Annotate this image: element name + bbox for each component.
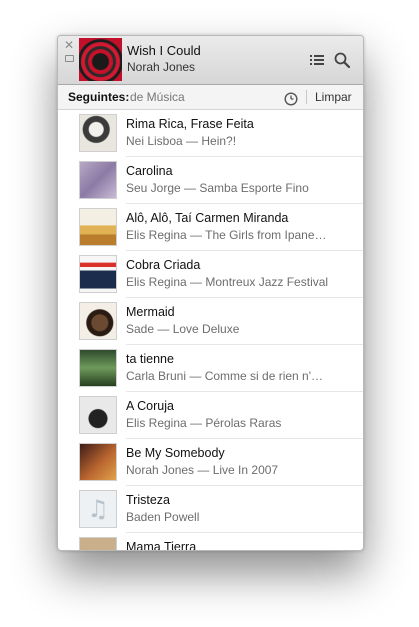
track-artist-album: Seu Jorge — Samba Esporte Fino: [126, 181, 309, 195]
track-title: Carolina: [126, 164, 173, 178]
toolbar-divider: [306, 90, 307, 104]
now-playing-album-art[interactable]: [79, 38, 122, 81]
track-row[interactable]: Mermaid Sade — Love Deluxe: [58, 298, 363, 345]
track-row[interactable]: Alô, Alô, Taí Carmen Miranda Elis Regina…: [58, 204, 363, 251]
album-art: [79, 349, 117, 387]
track-artist-album: Elis Regina — Pérolas Raras: [126, 416, 282, 430]
track-title: Mermaid: [126, 305, 175, 319]
track-title: Cobra Criada: [126, 258, 201, 272]
track-title: Alô, Alô, Taí Carmen Miranda: [126, 211, 289, 225]
album-art: [79, 443, 117, 481]
track-title: Mama Tierra: [126, 540, 197, 550]
track-row[interactable]: Mama Tierra: [58, 533, 363, 550]
track-artist-album: Elis Regina — The Girls from Ipane…: [126, 228, 327, 242]
list-icon[interactable]: [308, 51, 326, 69]
album-art: [79, 208, 117, 246]
up-next-source: de Música: [130, 90, 185, 104]
album-art: [79, 302, 117, 340]
search-icon[interactable]: [333, 51, 351, 69]
album-art: [79, 161, 117, 199]
album-art: [79, 114, 117, 152]
track-artist-album: Norah Jones — Live In 2007: [126, 463, 279, 477]
track-artist-album: Baden Powell: [126, 510, 200, 524]
track-title: ta tienne: [126, 352, 174, 366]
up-next-label: Seguintes:: [68, 90, 130, 104]
now-playing-bar: ✕ Wish I Could Norah Jones: [58, 36, 363, 85]
track-title: Tristeza: [126, 493, 170, 507]
track-artist-album: Carla Bruni — Comme si de rien n'…: [126, 369, 324, 383]
track-row[interactable]: Be My Somebody Norah Jones — Live In 200…: [58, 439, 363, 486]
album-art: [79, 396, 117, 434]
clock-icon[interactable]: [284, 90, 298, 106]
track-title: Rima Rica, Frase Feita: [126, 117, 254, 131]
track-row[interactable]: ta tienne Carla Bruni — Comme si de rien…: [58, 345, 363, 392]
track-row[interactable]: ♫ Tristeza Baden Powell: [58, 486, 363, 533]
album-art: [79, 255, 117, 293]
minimize-icon[interactable]: [65, 55, 74, 62]
track-title: A Coruja: [126, 399, 174, 413]
track-artist-album: Elis Regina — Montreux Jazz Festival: [126, 275, 329, 289]
up-next-header: Seguintes: de Música Limpar: [58, 85, 363, 110]
track-row[interactable]: Carolina Seu Jorge — Samba Esporte Fino: [58, 157, 363, 204]
track-artist-album: Nei Lisboa — Hein?!: [126, 134, 237, 148]
close-icon[interactable]: ✕: [64, 39, 74, 51]
track-row[interactable]: A Coruja Elis Regina — Pérolas Raras: [58, 392, 363, 439]
now-playing-artist: Norah Jones: [127, 60, 196, 74]
mini-player-window: ✕ Wish I Could Norah Jones Seguintes: de…: [57, 35, 364, 551]
clear-button[interactable]: Limpar: [315, 85, 352, 109]
track-row[interactable]: Cobra Criada Elis Regina — Montreux Jazz…: [58, 251, 363, 298]
music-note-icon: ♫: [87, 495, 109, 523]
now-playing-title: Wish I Could: [127, 43, 201, 58]
album-art-placeholder: ♫: [79, 490, 117, 528]
track-title: Be My Somebody: [126, 446, 225, 460]
track-row[interactable]: Rima Rica, Frase Feita Nei Lisboa — Hein…: [58, 110, 363, 157]
album-art: [79, 537, 117, 550]
track-artist-album: Sade — Love Deluxe: [126, 322, 240, 336]
up-next-track-list: Rima Rica, Frase Feita Nei Lisboa — Hein…: [58, 110, 363, 550]
